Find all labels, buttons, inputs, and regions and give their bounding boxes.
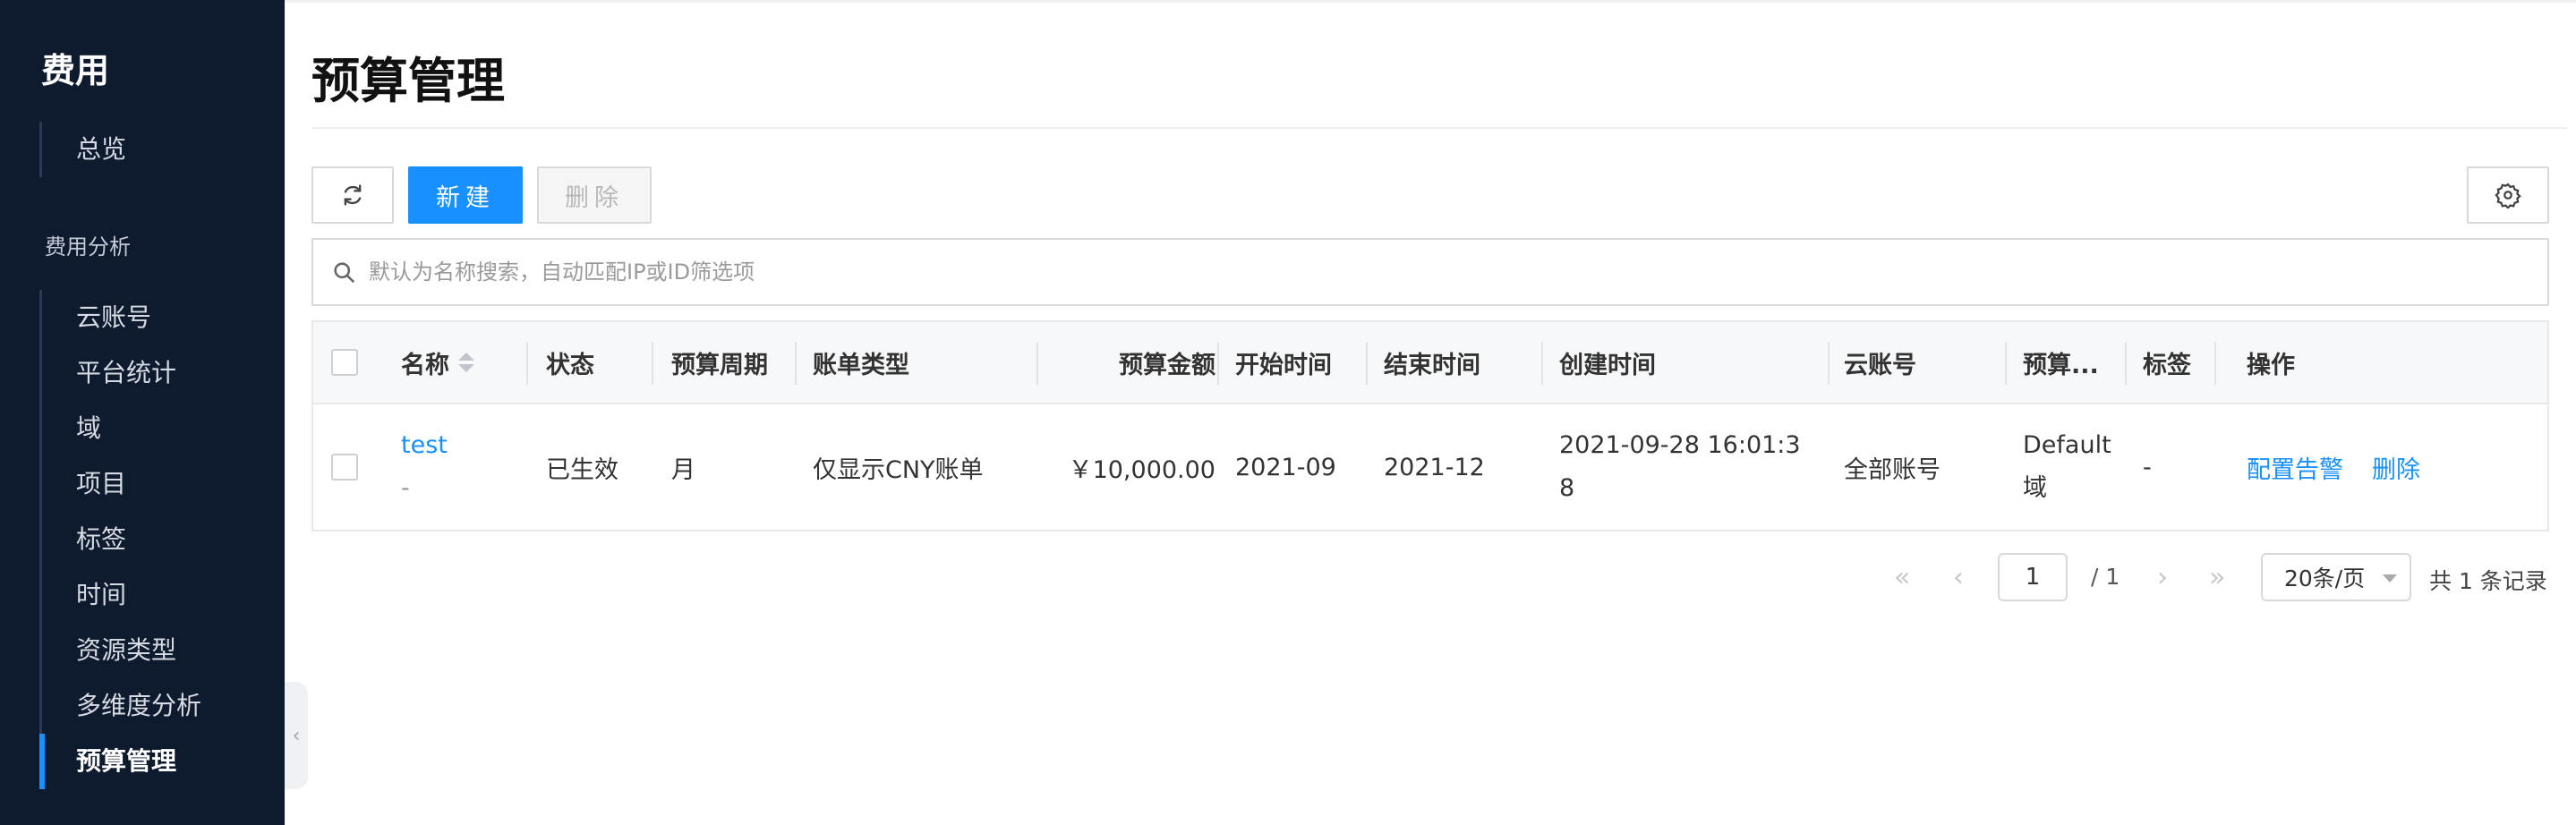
page-size-value: 20条/页 <box>2284 566 2366 591</box>
sort-icon[interactable] <box>458 353 474 372</box>
top-divider <box>285 0 2576 3</box>
column-separator <box>1217 342 1219 385</box>
column-separator <box>1541 342 1543 385</box>
table-header-row: 名称 状态 预算周期 账单类型 预算金额 开始时间 结束时间 创建时间 云账号 <box>313 322 2547 404</box>
search-bar <box>311 238 2549 306</box>
cell-bill-type: 仅显示CNY账单 <box>813 455 984 484</box>
cell-period: 月 <box>671 455 695 484</box>
created-line1: 2021-09-28 16:01:3 <box>1559 431 1801 459</box>
header-checkbox-cell <box>331 322 358 403</box>
row-checkbox[interactable] <box>331 454 358 481</box>
chevron-down-icon <box>2383 574 2397 583</box>
row-checkbox-cell <box>331 404 358 530</box>
column-separator <box>2005 342 2007 385</box>
header-start: 开始时间 <box>1235 351 1332 379</box>
app-root: 费用 总览 费用分析 云账号 平台统计 域 项目 标签 时间 资源类型 多维度分… <box>0 0 2576 825</box>
sidebar-item-overview[interactable]: 总览 <box>42 122 285 177</box>
cell-status: 已生效 <box>546 455 618 484</box>
column-separator <box>795 342 797 385</box>
budget-table: 名称 状态 预算周期 账单类型 预算金额 开始时间 结束时间 创建时间 云账号 <box>311 320 2549 532</box>
sidebar-item-domain[interactable]: 域 <box>42 401 285 456</box>
sidebar-item-budget[interactable]: 预算管理 <box>39 734 285 789</box>
page-number-input[interactable] <box>1998 553 2068 601</box>
header-status: 状态 <box>546 351 594 379</box>
sidebar-item-multi-dimension[interactable]: 多维度分析 <box>42 678 285 734</box>
column-separator <box>1036 342 1038 385</box>
prev-page-icon[interactable]: ‹ <box>1953 562 1964 593</box>
column-separator <box>1828 342 1830 385</box>
column-separator <box>1366 342 1368 385</box>
refresh-icon <box>344 184 362 206</box>
cell-end: 2021-12 <box>1384 453 1485 481</box>
header-account: 云账号 <box>1844 351 1916 379</box>
sidebar-title: 费用 <box>41 51 110 90</box>
budget-description: - <box>401 474 410 502</box>
sidebar-item-platform-stats[interactable]: 平台统计 <box>42 345 285 401</box>
created-line2: 8 <box>1559 474 1575 502</box>
sidebar: 费用 总览 费用分析 云账号 平台统计 域 项目 标签 时间 资源类型 多维度分… <box>0 0 285 825</box>
cell-created: 2021-09-28 16:01:3 8 <box>1559 404 1801 530</box>
budget-name-link[interactable]: test <box>401 424 448 467</box>
new-button[interactable]: 新建 <box>408 166 523 224</box>
next-page-icon[interactable]: › <box>2157 562 2168 593</box>
search-input[interactable] <box>369 259 2517 285</box>
header-domain: 预算... <box>2023 351 2099 379</box>
cell-actions: 配置告警 删除 <box>2247 404 2420 530</box>
header-amount: 预算金额 <box>1119 351 1215 379</box>
sidebar-item-time[interactable]: 时间 <box>42 567 285 623</box>
page-total: / 1 <box>2091 564 2120 590</box>
select-all-checkbox[interactable] <box>331 349 358 376</box>
domain-line1: Default <box>2023 431 2111 459</box>
last-page-icon[interactable]: » <box>2209 562 2225 593</box>
search-icon <box>334 262 354 283</box>
configure-alert-link[interactable]: 配置告警 <box>2247 450 2343 485</box>
cell-name: test - <box>401 404 448 530</box>
column-separator <box>652 342 653 385</box>
sidebar-item-resource-type[interactable]: 资源类型 <box>42 623 285 678</box>
header-name-label: 名称 <box>401 351 449 379</box>
header-bill-type: 账单类型 <box>813 351 909 379</box>
cell-account: 全部账号 <box>1844 455 1941 484</box>
header-name[interactable]: 名称 <box>401 322 474 403</box>
header-actions: 操作 <box>2247 351 2295 379</box>
page-title: 预算管理 <box>311 53 505 109</box>
gear-icon <box>2495 183 2521 208</box>
sidebar-analysis-group: 云账号 平台统计 域 项目 标签 时间 资源类型 多维度分析 预算管理 <box>39 290 285 789</box>
table-row: test - 已生效 月 仅显示CNY账单 ￥10,000.00 2021-09… <box>313 404 2547 530</box>
column-separator <box>526 342 528 385</box>
delete-row-link[interactable]: 删除 <box>2372 450 2420 485</box>
column-separator <box>2214 342 2216 385</box>
column-separator <box>2125 342 2127 385</box>
sidebar-item-project[interactable]: 项目 <box>42 456 285 512</box>
page-size-select[interactable]: 20条/页 <box>2261 553 2411 601</box>
header-created: 创建时间 <box>1559 351 1656 379</box>
first-page-icon[interactable]: « <box>1894 562 1910 593</box>
header-period: 预算周期 <box>671 351 768 379</box>
cell-amount: ￥10,000.00 <box>1068 455 1215 484</box>
settings-button[interactable] <box>2467 166 2549 224</box>
sidebar-top-group: 总览 <box>39 122 285 177</box>
title-divider <box>311 127 2567 129</box>
record-count: 共 1 条记录 <box>2429 568 2547 594</box>
sidebar-item-tags[interactable]: 标签 <box>42 512 285 567</box>
header-tags: 标签 <box>2143 351 2191 379</box>
header-end: 结束时间 <box>1384 351 1480 379</box>
main-content: 预算管理 新建 删除 默认为名称搜索，自动匹配IP或ID筛选项 名称 状态 预算… <box>285 0 2576 825</box>
cell-domain: Default 域 <box>2023 404 2111 530</box>
cell-tags: - <box>2143 453 2152 481</box>
refresh-button[interactable] <box>311 166 394 224</box>
delete-button[interactable]: 删除 <box>537 166 652 224</box>
sidebar-section-cost-analysis: 费用分析 <box>45 234 131 259</box>
domain-line2: 域 <box>2023 474 2047 502</box>
sidebar-item-cloud-account[interactable]: 云账号 <box>42 290 285 345</box>
cell-start: 2021-09 <box>1235 453 1336 481</box>
